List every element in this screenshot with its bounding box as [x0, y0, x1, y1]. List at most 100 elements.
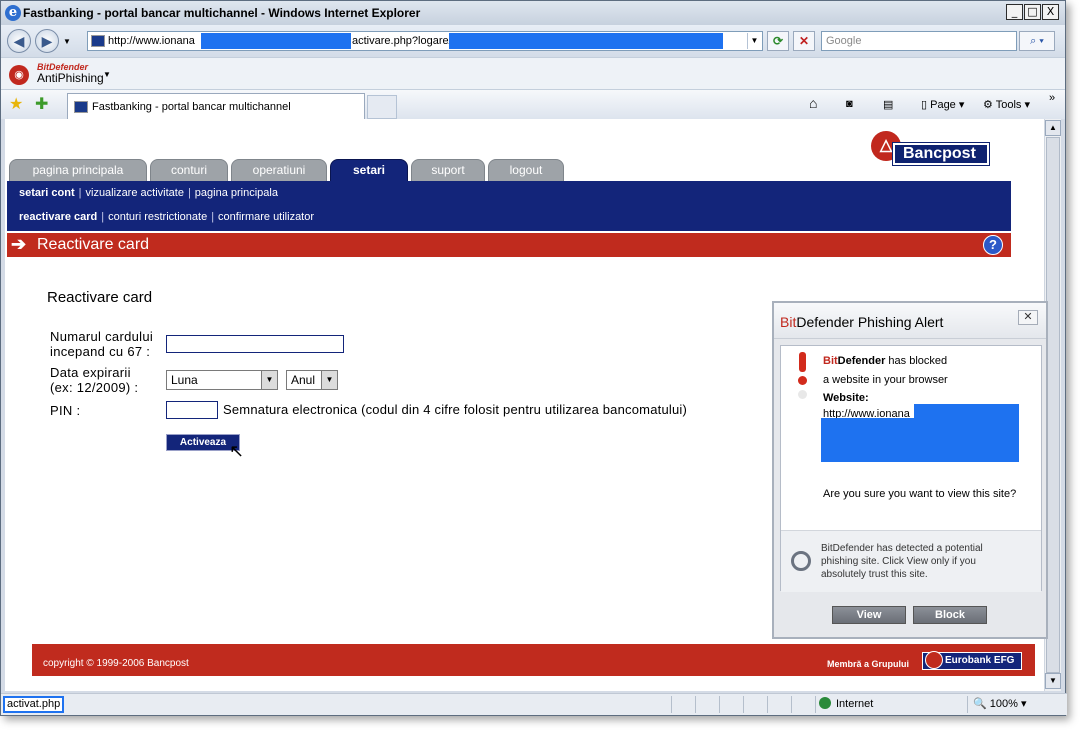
subnav-setari-cont[interactable]: setari cont	[19, 187, 75, 199]
subnav-vizualizare-activitate[interactable]: vizualizare activitate	[86, 187, 184, 199]
window-title: Fastbanking - portal bancar multichannel…	[23, 6, 421, 20]
refresh-button[interactable]: ⟳	[767, 31, 789, 51]
tools-menu-label: Tools	[995, 99, 1022, 111]
scroll-down-icon[interactable]: ▼	[1045, 673, 1061, 689]
alert-info-text: BitDefender has detected a potential phi…	[821, 543, 983, 580]
print-icon[interactable]: ▤	[883, 98, 893, 111]
history-dropdown-icon[interactable]: ▼	[63, 37, 71, 46]
minimize-button[interactable]: _	[1006, 4, 1023, 20]
bancpost-wordmark: Bancpost	[892, 142, 990, 166]
subnav-reactivare-card[interactable]: reactivare card	[19, 211, 97, 223]
browser-window: e Fastbanking - portal bancar multichann…	[0, 0, 1067, 716]
eurobank-efg-text: Eurobank EFG	[945, 655, 1015, 666]
subnav-confirmare-utilizator[interactable]: confirmare utilizator	[218, 211, 314, 223]
status-divider	[815, 696, 816, 713]
expiry-label: Data expirarii (ex: 12/2009) :	[50, 365, 138, 395]
alert-browser-line: a website in your browser	[823, 374, 948, 386]
tab-fastbanking[interactable]: Fastbanking - portal bancar multichannel	[67, 93, 365, 119]
subnav-conturi-restrictionate[interactable]: conturi restrictionate	[108, 211, 207, 223]
search-button[interactable]: ⌕ ▾	[1019, 31, 1055, 51]
tab-operatiuni[interactable]: operatiuni	[231, 159, 327, 181]
copyright-text: copyright © 1999-2006 Bancpost	[43, 658, 189, 669]
chevron-down-icon: ▼	[321, 371, 337, 389]
status-divider	[695, 696, 696, 713]
back-button[interactable]: ◀	[7, 29, 31, 53]
favorites-star-icon[interactable]: ★	[9, 94, 23, 114]
card-number-label: Numarul cardului incepand cu 67 :	[50, 329, 153, 359]
main-nav: pagina principala conturi operatiuni set…	[9, 159, 564, 181]
maximize-button[interactable]: □	[1024, 4, 1041, 20]
search-input[interactable]: Google	[821, 31, 1017, 51]
card-number-input[interactable]	[166, 335, 344, 353]
zoom-control[interactable]: 🔍 100% ▾	[973, 697, 1026, 710]
expiry-label-line2: (ex: 12/2009) :	[50, 380, 139, 395]
title-bar: e Fastbanking - portal bancar multichann…	[1, 1, 1065, 25]
year-select[interactable]: Anul ▼	[286, 370, 338, 390]
tab-label: Fastbanking - portal bancar multichannel	[92, 101, 291, 113]
alert-close-button[interactable]: ✕	[1018, 310, 1038, 325]
eurobank-efg-logo: Eurobank EFG	[922, 651, 1022, 670]
chevron-more-icon[interactable]: »	[1049, 92, 1055, 104]
globe-icon	[819, 697, 831, 709]
scroll-thumb[interactable]	[1046, 137, 1060, 673]
alert-info-panel: BitDefender has detected a potential phi…	[781, 530, 1041, 592]
status-divider	[743, 696, 744, 713]
bancpost-logo: △ Bancpost	[871, 131, 991, 167]
tab-suport[interactable]: suport	[411, 159, 485, 181]
subnav-pagina-principala[interactable]: pagina principala	[195, 187, 278, 199]
ie-logo-icon: e	[5, 5, 21, 21]
block-button[interactable]: Block	[913, 606, 987, 624]
view-button[interactable]: View	[832, 606, 906, 624]
tools-menu[interactable]: ⚙ Tools ▾	[983, 98, 1030, 111]
alert-line-brand: Defender	[837, 355, 886, 367]
help-icon[interactable]: ?	[983, 235, 1003, 255]
address-dropdown-icon[interactable]: ▼	[747, 33, 761, 49]
url-text-mid: activare.php?logare/	[352, 35, 452, 47]
pin-hint: Semnatura electronica (codul din 4 cifre…	[223, 402, 688, 417]
toolbar-product[interactable]: AntiPhishing	[37, 71, 104, 85]
tab-pagina-principala[interactable]: pagina principala	[9, 159, 147, 181]
phishing-alert-dialog: BitDefender Phishing Alert ✕ BitDefender…	[772, 301, 1048, 639]
close-window-button[interactable]: X	[1042, 4, 1059, 20]
alert-question: Are you sure you want to view this site?	[823, 488, 1017, 500]
alert-blocked-line: BitDefender has blocked	[823, 355, 947, 367]
stop-button[interactable]: ✕	[793, 31, 815, 51]
scroll-up-icon[interactable]: ▲	[1045, 120, 1061, 136]
form-title: Reactivare card	[47, 289, 153, 306]
page-menu[interactable]: ▯ Page ▾	[921, 98, 964, 111]
card-number-label-line2: incepand cu 67 :	[50, 344, 151, 359]
feeds-icon[interactable]: ◙	[846, 98, 853, 110]
tab-setari[interactable]: setari	[330, 159, 408, 181]
status-message: activat.php	[3, 696, 65, 713]
month-select-value: Luna	[171, 373, 198, 387]
chevron-down-icon: ▼	[261, 371, 277, 389]
add-favorites-icon[interactable]: ✚	[35, 94, 48, 114]
tab-conturi[interactable]: conturi	[150, 159, 228, 181]
page-footer: copyright © 1999-2006 Bancpost Membră a …	[32, 644, 1035, 676]
toolbar-dropdown-icon[interactable]: ▼	[103, 70, 111, 79]
forward-button[interactable]: ▶	[35, 29, 59, 53]
status-divider	[767, 696, 768, 713]
security-zone[interactable]: Internet	[819, 697, 873, 710]
tab-logout[interactable]: logout	[488, 159, 564, 181]
pin-input[interactable]	[166, 401, 218, 419]
page-menu-label: Page	[930, 99, 956, 111]
redaction-block	[201, 33, 351, 49]
subnav-row-1: setari cont | vizualizare activitate | pagin…	[19, 187, 278, 199]
site-favicon-icon	[91, 35, 105, 47]
mouse-cursor-icon: ↖	[229, 441, 245, 461]
status-divider	[719, 696, 720, 713]
month-select[interactable]: Luna ▼	[166, 370, 278, 390]
alert-title-brand: Bit	[780, 314, 797, 330]
redaction-block	[821, 418, 1019, 462]
alert-header: BitDefender Phishing Alert ✕	[774, 303, 1046, 339]
new-tab-button[interactable]	[367, 95, 397, 119]
page-header-title: Reactivare card	[37, 236, 150, 253]
home-icon[interactable]: ⌂	[809, 95, 817, 111]
member-of-group-text: Membră a Grupului	[827, 659, 910, 669]
card-number-label-line1: Numarul cardului	[50, 329, 154, 344]
address-toolbar: ◀ ▶ ▼ http://www.ionana activare.php?log…	[1, 25, 1065, 57]
alert-website-label: Website:	[823, 392, 869, 404]
address-input[interactable]: http://www.ionana activare.php?logare/ ▼	[87, 31, 763, 51]
eurobank-emblem-icon	[925, 651, 943, 669]
